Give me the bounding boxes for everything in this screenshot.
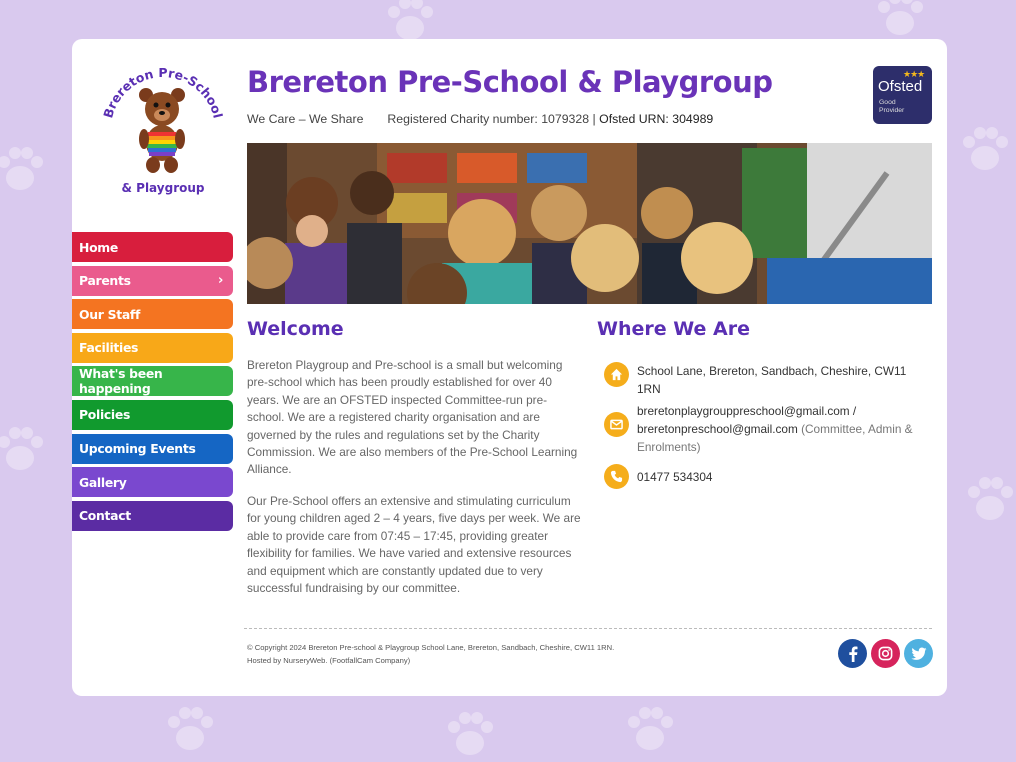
chevron-right-icon[interactable]: › [218, 273, 223, 288]
paw-print-decoration [963, 127, 1008, 170]
paw-print-decoration [628, 707, 673, 750]
ofsted-grade: Good Provider [879, 99, 905, 114]
email-link-2[interactable]: breretonpreschool@gmail.com [637, 422, 798, 436]
tagline-row: We Care – We Share Registered Charity num… [247, 112, 713, 126]
nav-gallery[interactable]: Gallery [72, 467, 233, 498]
instagram-button[interactable] [871, 639, 900, 668]
footer-copyright: © Copyright 2024 Brereton Pre-school & P… [247, 643, 615, 652]
paw-print-decoration [168, 707, 213, 750]
facebook-icon [848, 646, 857, 662]
ofsted-urn: Ofsted URN: 304989 [599, 112, 714, 126]
footer-hosted[interactable]: Hosted by NurseryWeb. (FootfallCam Compa… [247, 656, 410, 665]
email-row: breretonplaygrouppreschool@gmail.com / b… [604, 402, 932, 456]
twitter-icon [910, 647, 926, 660]
address-row: School Lane, Brereton, Sandbach, Cheshir… [604, 362, 932, 398]
footer-divider [244, 628, 932, 629]
main-card: Brereton Pre-School & Playgroup Brereton… [72, 39, 947, 696]
charity-number: Registered Charity number: 1079328 [387, 112, 590, 126]
main-nav: Home Parents › Our Staff Facilities What'… [72, 232, 233, 534]
paw-print-decoration [448, 712, 493, 755]
classroom-children-photo [247, 143, 932, 304]
nav-facilities[interactable]: Facilities [72, 332, 233, 363]
phone-text[interactable]: 01477 534304 [637, 464, 932, 486]
phone-row: 01477 534304 [604, 464, 932, 489]
nav-contact[interactable]: Contact [72, 500, 233, 531]
instagram-icon [878, 646, 893, 661]
logo-bottom-text: & Playgroup [121, 181, 205, 195]
logo-bear-graphic: Brereton Pre-School [100, 65, 226, 173]
ofsted-badge[interactable]: ★★★ Ofsted Good Provider [873, 66, 932, 124]
hero-photo [247, 143, 932, 304]
separator: | [592, 112, 596, 126]
facebook-button[interactable] [838, 639, 867, 668]
address-text: School Lane, Brereton, Sandbach, Cheshir… [637, 364, 907, 396]
paw-print-decoration [968, 477, 1013, 520]
nav-upcoming-events[interactable]: Upcoming Events [72, 433, 233, 464]
phone-icon [604, 464, 629, 489]
ofsted-word: Ofsted [878, 78, 923, 95]
twitter-button[interactable] [904, 639, 933, 668]
site-title[interactable]: Brereton Pre-School & Playgroup [247, 65, 773, 99]
email-text: breretonplaygrouppreschool@gmail.com / b… [637, 402, 932, 456]
nav-parents[interactable]: Parents › [72, 265, 233, 296]
paw-print-decoration [0, 147, 43, 190]
nav-home[interactable]: Home [72, 232, 233, 262]
tagline: We Care – We Share [247, 112, 364, 126]
welcome-paragraph-1: Brereton Playgroup and Pre-school is a s… [247, 358, 578, 477]
nav-policies[interactable]: Policies [72, 399, 233, 430]
envelope-icon [604, 412, 629, 437]
nav-our-staff[interactable]: Our Staff [72, 299, 233, 330]
paw-print-decoration [0, 427, 43, 470]
footer-text: © Copyright 2024 Brereton Pre-school & P… [247, 641, 614, 667]
home-icon [604, 362, 629, 387]
site-logo[interactable]: Brereton Pre-School & Playgroup [100, 61, 226, 201]
where-heading: Where We Are [597, 318, 750, 340]
email-link-1[interactable]: breretonplaygrouppreschool@gmail.com / [637, 404, 856, 418]
welcome-paragraph-2: Our Pre-School offers an extensive and s… [247, 494, 581, 596]
nav-whats-been-happening[interactable]: What's been happening [72, 366, 233, 397]
welcome-heading: Welcome [247, 318, 344, 340]
